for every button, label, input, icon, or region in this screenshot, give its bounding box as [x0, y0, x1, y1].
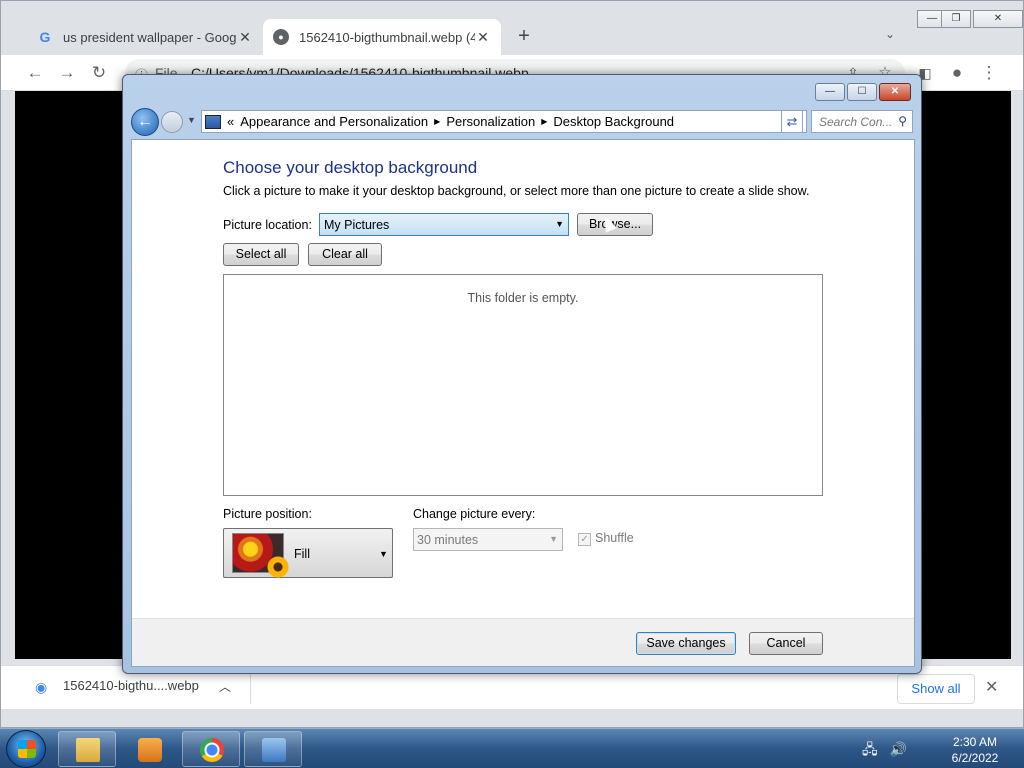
picture-location-label: Picture location:: [223, 218, 312, 232]
dialog-window-controls: — ☐ ✕: [815, 83, 913, 103]
show-all-button[interactable]: Show all: [897, 674, 975, 704]
clock-date: 6/2/2022: [951, 751, 999, 765]
search-placeholder: Search Con...: [819, 115, 893, 129]
folder-icon: [76, 738, 100, 762]
tab-strip: G us president wallpaper - Google ✕ ● 15…: [1, 1, 1023, 55]
chrome-file-icon: ◉: [35, 679, 48, 695]
navigation-bar: ← ▼ « Appearance and Personalization ▶ P…: [131, 107, 915, 137]
breadcrumb[interactable]: « Appearance and Personalization ▶ Perso…: [201, 110, 807, 133]
forward-arrow-icon[interactable]: [161, 111, 183, 133]
browser-window-controls: — ❐ ✕: [917, 10, 1023, 28]
search-icon[interactable]: ⚲: [898, 114, 907, 128]
close-button[interactable]: ✕: [973, 10, 1023, 28]
divider: [250, 672, 251, 704]
back-arrow-icon[interactable]: ←: [131, 108, 159, 136]
clear-all-button[interactable]: Clear all: [308, 243, 382, 266]
media-player-icon: [138, 738, 162, 762]
taskbar-control-panel[interactable]: [244, 731, 302, 767]
start-button[interactable]: [6, 730, 46, 768]
change-picture-value: 30 minutes: [417, 533, 479, 547]
back-arrow-icon[interactable]: ←: [25, 63, 45, 83]
tab-title: us president wallpaper - Google: [63, 29, 237, 45]
restore-button[interactable]: ❐: [941, 10, 971, 28]
empty-folder-message: This folder is empty.: [467, 291, 579, 305]
maximize-button[interactable]: ☐: [847, 83, 877, 101]
taskbar-chrome[interactable]: [182, 731, 240, 767]
close-tab-icon[interactable]: ✕: [475, 29, 491, 46]
select-all-button[interactable]: Select all: [223, 243, 299, 266]
picture-position-select[interactable]: Fill ▼: [223, 528, 393, 578]
content-area: Choose your desktop background Click a p…: [131, 139, 915, 667]
google-icon: G: [39, 29, 51, 45]
breadcrumb-desktop-background[interactable]: Desktop Background: [553, 114, 674, 129]
recent-pages-dropdown-icon[interactable]: ▼: [187, 115, 196, 125]
taskbar: 🖧 🔊 2:30 AM 6/2/2022: [0, 728, 1024, 768]
minimize-button[interactable]: —: [815, 83, 845, 101]
close-button[interactable]: ✕: [879, 83, 911, 101]
close-icon[interactable]: ✕: [985, 677, 998, 697]
new-tab-button[interactable]: +: [513, 25, 535, 47]
chevron-down-icon: ▼: [549, 534, 558, 544]
system-tray: 🖧 🔊: [862, 739, 907, 763]
shuffle-checkbox: ✓: [578, 533, 591, 546]
tab-webp-image[interactable]: ● 1562410-bigthumbnail.webp (45 ✕: [263, 19, 501, 55]
reload-icon[interactable]: ↻: [89, 63, 109, 83]
dialog-footer: Save changes Cancel: [132, 618, 914, 666]
picture-location-select[interactable]: My Pictures ▼: [319, 213, 569, 236]
cancel-button[interactable]: Cancel: [749, 632, 823, 655]
breadcrumb-appearance[interactable]: Appearance and Personalization: [240, 114, 428, 129]
windows-logo-icon: [18, 740, 36, 758]
tab-search-icon[interactable]: ⌄: [885, 27, 895, 41]
shuffle-label: Shuffle: [595, 531, 634, 545]
picture-position-value: Fill: [294, 547, 310, 561]
taskbar-explorer[interactable]: [58, 731, 116, 767]
close-tab-icon[interactable]: ✕: [237, 29, 253, 46]
forward-arrow-icon[interactable]: →: [57, 63, 77, 83]
picture-list[interactable]: This folder is empty.: [223, 274, 823, 496]
download-item[interactable]: 1562410-bigthu....webp: [63, 678, 199, 693]
chevron-down-icon[interactable]: ▼: [555, 219, 564, 229]
change-picture-label: Change picture every:: [413, 507, 536, 521]
tab-title: 1562410-bigthumbnail.webp (45: [299, 29, 475, 45]
control-panel-icon: [205, 114, 221, 129]
tab-google-search[interactable]: G us president wallpaper - Google ✕: [27, 19, 263, 55]
control-panel-icon: [262, 738, 286, 762]
chevron-right-icon[interactable]: ▶: [541, 117, 547, 126]
save-changes-button[interactable]: Save changes: [636, 632, 736, 655]
profile-avatar-icon[interactable]: ●: [947, 63, 967, 83]
desktop-background-dialog: — ☐ ✕ ← ▼ « Appearance and Personalizati…: [122, 74, 922, 674]
clock[interactable]: 2:30 AM 6/2/2022: [930, 734, 1020, 766]
taskbar-media-player[interactable]: [120, 731, 178, 767]
chevron-down-icon[interactable]: ▼: [379, 549, 388, 559]
page-title: Choose your desktop background: [223, 158, 478, 177]
refresh-icon[interactable]: ⇄: [781, 110, 803, 133]
picture-position-label: Picture position:: [223, 507, 312, 521]
volume-icon[interactable]: 🔊: [890, 741, 907, 757]
chrome-icon: [200, 738, 224, 762]
globe-icon: ●: [273, 29, 289, 45]
chevron-up-icon[interactable]: ︿: [219, 678, 231, 695]
chevron-right-icon[interactable]: ▶: [434, 117, 440, 126]
search-input[interactable]: Search Con... ⚲: [811, 110, 913, 133]
breadcrumb-personalization[interactable]: Personalization: [446, 114, 535, 129]
clock-time: 2:30 AM: [952, 735, 998, 749]
picture-location-value: My Pictures: [324, 218, 390, 232]
breadcrumb-overflow[interactable]: «: [227, 114, 234, 129]
position-thumbnail: [232, 533, 289, 578]
change-picture-select: 30 minutes ▼: [413, 528, 563, 551]
flower-image: [267, 556, 289, 578]
menu-kebab-icon[interactable]: ⋮: [979, 63, 999, 83]
network-icon[interactable]: 🖧: [862, 741, 878, 757]
page-description: Click a picture to make it your desktop …: [223, 184, 810, 198]
